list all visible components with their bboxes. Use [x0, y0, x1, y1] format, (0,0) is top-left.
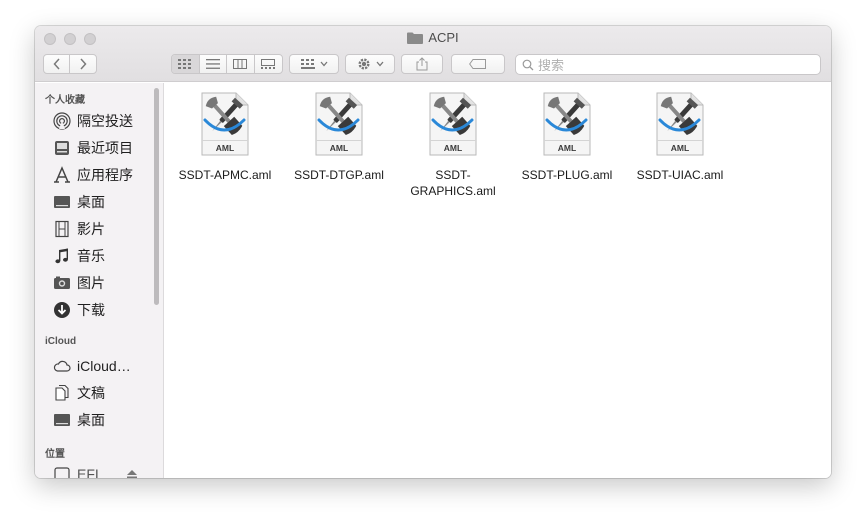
- sidebar-item-recents[interactable]: 最近项目: [53, 137, 153, 159]
- sidebar-item-applications[interactable]: 应用程序: [53, 164, 153, 186]
- sidebar-item-label: 音乐: [77, 248, 105, 264]
- sidebar-section-favorites: 个人收藏: [45, 95, 85, 106]
- pictures-icon: [54, 276, 70, 289]
- disk-icon: [54, 467, 70, 478]
- file-name: SSDT-UIAC.aml: [636, 168, 724, 182]
- sidebar-item-pictures[interactable]: 图片: [53, 272, 153, 294]
- sidebar-item-music[interactable]: 音乐: [53, 245, 153, 267]
- file-name: SSDT-APMC.aml: [178, 168, 272, 182]
- group-by-button[interactable]: [289, 54, 339, 74]
- file-item[interactable]: AML SSDT-APMC.aml: [170, 92, 280, 183]
- movies-icon: [55, 220, 69, 238]
- file-badge: AML: [558, 143, 576, 153]
- sidebar-section-locations: 位置: [45, 449, 65, 460]
- list-icon: [205, 59, 220, 69]
- sidebar-item-downloads[interactable]: 下载: [53, 299, 153, 321]
- file-item[interactable]: AML SSDT-PLUG.aml: [512, 92, 622, 183]
- icloud-icon: [53, 360, 71, 372]
- desktop-icon: [54, 414, 70, 426]
- file-item[interactable]: AML SSDT-UIAC.aml: [625, 92, 735, 183]
- column-view-button[interactable]: [227, 55, 255, 73]
- gear-icon: [357, 58, 370, 70]
- search-placeholder: 搜索: [538, 58, 565, 73]
- grid-icon: [178, 59, 192, 69]
- share-button[interactable]: [401, 54, 443, 74]
- nav-buttons: [43, 54, 97, 74]
- aml-file-icon: AML: [201, 92, 249, 156]
- sidebar-item-label: EFI: [77, 466, 99, 478]
- aml-file-icon: AML: [656, 92, 704, 156]
- file-item[interactable]: AML SSDT- GRAPHICS.aml: [398, 92, 508, 199]
- aml-file-icon: AML: [315, 92, 363, 156]
- window-title: ACPI: [35, 30, 831, 45]
- file-name: SSDT-PLUG.aml: [521, 168, 613, 182]
- sidebar-item-desktop[interactable]: 桌面: [53, 191, 153, 213]
- chevron-down-icon: [376, 61, 383, 67]
- file-browser: AML SSDT-APMC.aml AML SSDT-DTGP.aml AML SSDT-…: [165, 83, 831, 478]
- sidebar-item-efi[interactable]: EFI: [53, 463, 153, 478]
- sidebar-item-airdrop[interactable]: 隔空投送: [53, 110, 153, 132]
- sidebar-section-icloud: iCloud: [45, 336, 77, 347]
- icon-view-button[interactable]: [172, 55, 200, 73]
- folder-icon: [407, 32, 424, 44]
- search-icon: [522, 59, 534, 70]
- sidebar-item-label: 图片: [77, 275, 105, 291]
- desktop-icon: [54, 196, 70, 208]
- sidebar-item-movies[interactable]: 影片: [53, 218, 153, 240]
- file-name: SSDT-DTGP.aml: [294, 168, 384, 182]
- finder-window: ACPI 搜索 个人收藏 隔空投送 最近项目 应用程序 桌面 影片 音乐 图片 …: [35, 26, 831, 478]
- file-item[interactable]: AML SSDT-DTGP.aml: [284, 92, 394, 183]
- file-badge: AML: [671, 143, 689, 153]
- list-view-button[interactable]: [200, 55, 227, 73]
- columns-icon: [233, 59, 248, 69]
- file-badge: AML: [444, 143, 462, 153]
- file-name: SSDT- GRAPHICS.aml: [410, 168, 496, 198]
- sidebar-item-label: 桌面: [77, 412, 105, 428]
- sidebar-item-label: 应用程序: [77, 167, 133, 183]
- window-title-text: ACPI: [428, 30, 459, 45]
- tag-icon: [469, 59, 486, 69]
- sidebar-item-documents[interactable]: 文稿: [53, 382, 153, 404]
- grid-icon: [300, 59, 315, 69]
- gallery-icon: [261, 59, 276, 69]
- recents-icon: [55, 141, 69, 155]
- chevron-right-icon: [80, 58, 87, 70]
- share-icon: [416, 57, 428, 71]
- sidebar-item-label: 下载: [77, 302, 105, 318]
- documents-icon: [55, 384, 69, 401]
- eject-icon[interactable]: [123, 469, 141, 478]
- downloads-icon: [54, 302, 70, 318]
- sidebar-item-label: 影片: [77, 221, 105, 237]
- sidebar-item-label: iCloud…: [77, 358, 131, 374]
- gallery-view-button[interactable]: [255, 55, 282, 73]
- airdrop-icon: [53, 112, 71, 130]
- view-mode-switcher: [171, 54, 283, 74]
- sidebar-item-label: 最近项目: [77, 140, 133, 156]
- toolbar: ACPI 搜索: [35, 26, 831, 82]
- sidebar-item-label: 桌面: [77, 194, 105, 210]
- applications-icon: [54, 166, 70, 183]
- search-input[interactable]: 搜索: [515, 54, 821, 75]
- back-button[interactable]: [44, 55, 71, 73]
- forward-button[interactable]: [70, 55, 96, 73]
- aml-file-icon: AML: [429, 92, 477, 156]
- file-badge: AML: [216, 143, 234, 153]
- sidebar-scrollbar[interactable]: [154, 88, 159, 305]
- sidebar-item-label: 隔空投送: [77, 113, 133, 129]
- chevron-left-icon: [53, 58, 60, 70]
- sidebar-item-icloud-desktop[interactable]: 桌面: [53, 409, 153, 431]
- sidebar-item-label: 文稿: [77, 385, 105, 401]
- sidebar-item-icloud-drive[interactable]: iCloud…: [53, 355, 153, 377]
- action-button[interactable]: [345, 54, 395, 74]
- chevron-down-icon: [320, 61, 327, 67]
- aml-file-icon: AML: [543, 92, 591, 156]
- music-icon: [55, 248, 68, 264]
- tag-button[interactable]: [451, 54, 505, 74]
- file-badge: AML: [330, 143, 348, 153]
- sidebar: 个人收藏 隔空投送 最近项目 应用程序 桌面 影片 音乐 图片 下载 iClou…: [35, 83, 164, 478]
